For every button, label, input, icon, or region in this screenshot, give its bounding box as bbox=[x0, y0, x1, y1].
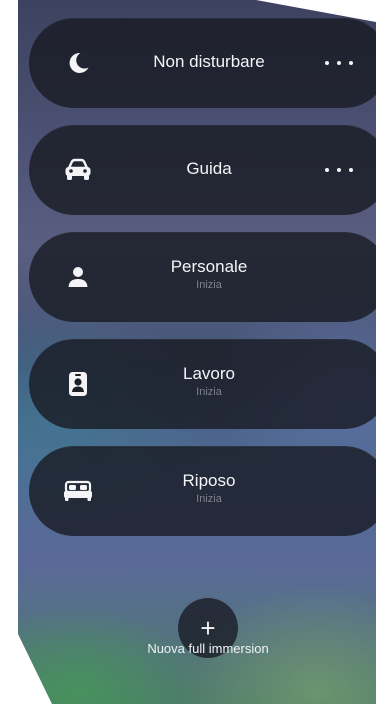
add-focus-label[interactable]: Nuova full immersion bbox=[108, 641, 308, 656]
focus-mode-lavoro[interactable]: Lavoro Inizia bbox=[29, 339, 376, 429]
focus-mode-title: Personale bbox=[170, 257, 248, 276]
focus-mode-title: Non disturbare bbox=[153, 52, 265, 71]
focus-screen: Non disturbare Guida Personale Inizia La… bbox=[18, 0, 376, 704]
focus-mode-non-disturbare[interactable]: Non disturbare bbox=[29, 18, 376, 108]
focus-mode-guida[interactable]: Guida bbox=[29, 125, 376, 215]
focus-mode-subtitle: Inizia bbox=[196, 386, 222, 398]
more-options-icon[interactable] bbox=[325, 52, 353, 74]
focus-mode-subtitle: Inizia bbox=[196, 279, 222, 291]
focus-mode-personale[interactable]: Personale Inizia bbox=[29, 232, 376, 322]
focus-mode-title: Guida bbox=[186, 159, 232, 178]
screen-edge bbox=[18, 634, 52, 704]
more-options-icon[interactable] bbox=[325, 159, 353, 181]
focus-mode-title: Lavoro bbox=[183, 364, 235, 383]
focus-mode-title: Riposo bbox=[182, 471, 236, 490]
focus-mode-subtitle: Inizia bbox=[196, 493, 222, 505]
plus-icon: + bbox=[200, 613, 216, 643]
focus-mode-riposo[interactable]: Riposo Inizia bbox=[29, 446, 376, 536]
